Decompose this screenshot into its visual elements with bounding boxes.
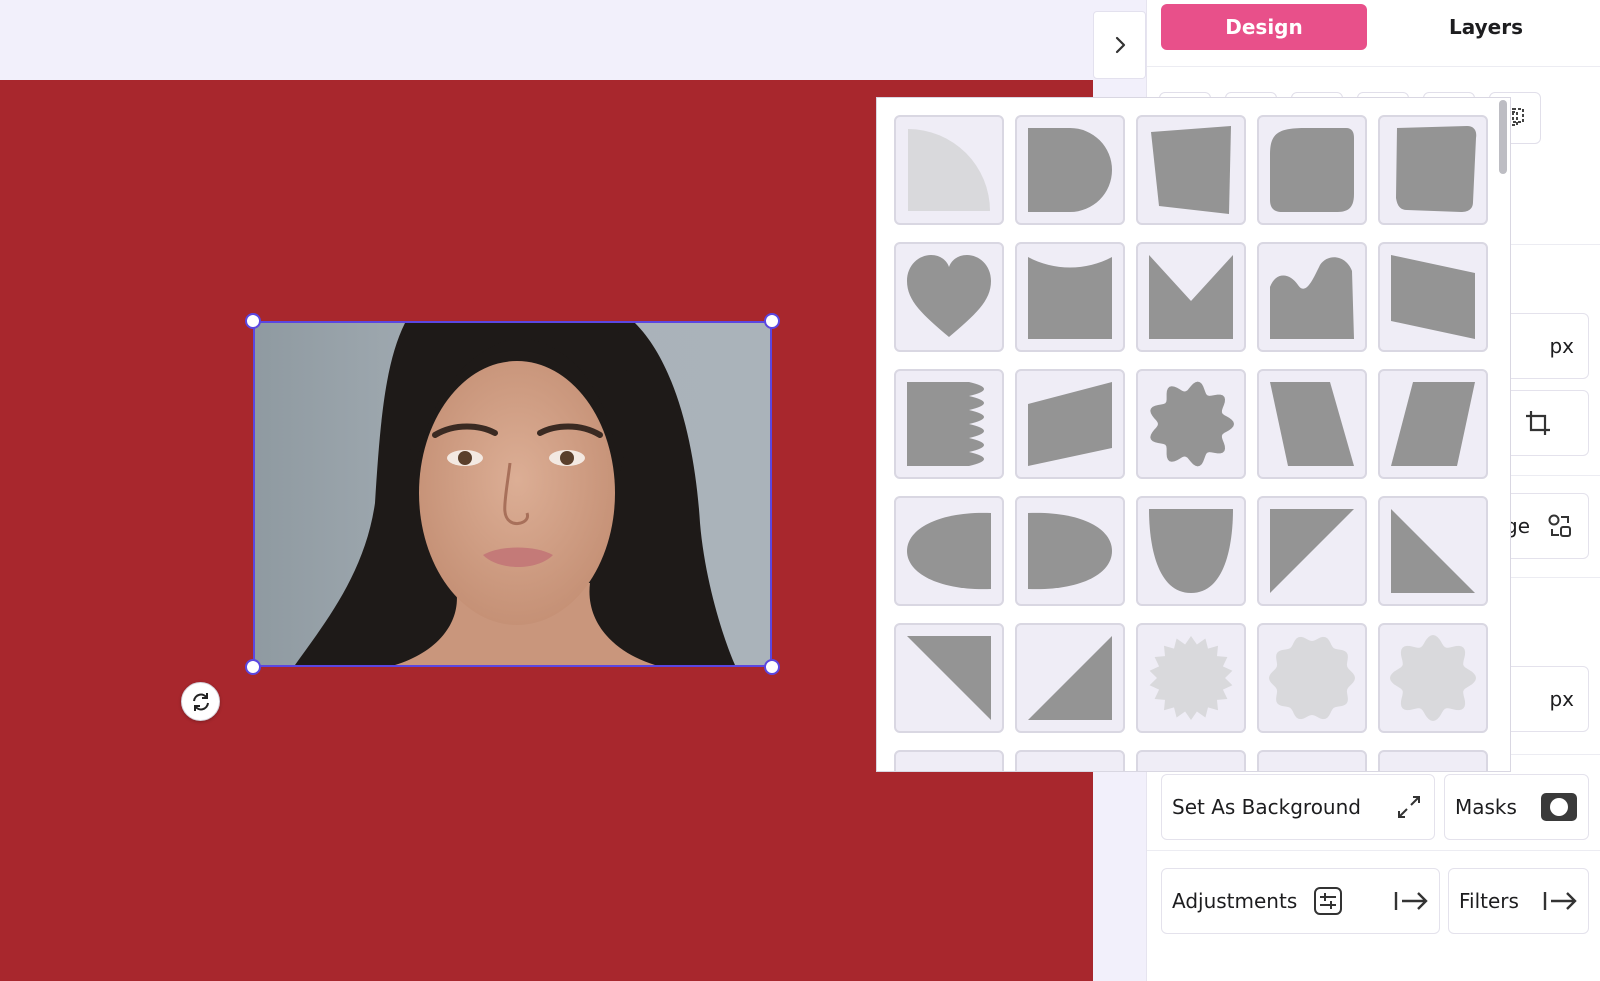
- resize-handle-top-right[interactable]: [764, 313, 780, 329]
- filters-label: Filters: [1459, 889, 1519, 913]
- triangle-top-right-corner-icon: [907, 636, 991, 720]
- mask-quarter-circle[interactable]: [894, 115, 1004, 225]
- mask-tile-partial[interactable]: [1015, 750, 1125, 771]
- wavy-top-rect-icon: [1270, 257, 1354, 339]
- mask-trapezoid-tilt[interactable]: [1136, 115, 1246, 225]
- section-divider: [1147, 850, 1600, 851]
- set-as-background-button[interactable]: Set As Background: [1161, 774, 1435, 840]
- mask-trapezoid-left[interactable]: [1257, 369, 1367, 479]
- quarter-circle-icon: [908, 129, 990, 211]
- notched-rect-icon: [1149, 255, 1233, 339]
- d-shape-icon: [1028, 128, 1112, 212]
- heart-icon: [907, 255, 991, 337]
- scalloped-side-icon: [907, 382, 984, 466]
- rounded-blob-icon: [1270, 128, 1354, 212]
- trapezoid-tilt-icon: [1151, 126, 1231, 214]
- unit-label: px: [1549, 687, 1574, 711]
- rotate-handle[interactable]: [181, 682, 220, 721]
- crop-icon: [1526, 411, 1550, 435]
- mask-rounded-blob[interactable]: [1257, 115, 1367, 225]
- flower-icon: [1150, 381, 1234, 467]
- badge-icon: [1269, 636, 1355, 720]
- mask-shield[interactable]: [1136, 496, 1246, 606]
- mask-starburst[interactable]: [1136, 623, 1246, 733]
- triangle-bottom-left-corner-icon: [1028, 636, 1112, 720]
- mask-triangle-top-left[interactable]: [1257, 496, 1367, 606]
- masks-scrollbar-thumb[interactable]: [1499, 100, 1507, 174]
- mask-flower[interactable]: [1136, 369, 1246, 479]
- arrow-to-right-icon: [1543, 892, 1577, 910]
- shield-icon: [1149, 509, 1233, 593]
- adjustments-label: Adjustments: [1172, 889, 1298, 913]
- set-as-background-label: Set As Background: [1172, 795, 1361, 819]
- expand-arrows-icon: [1398, 796, 1420, 818]
- trapezoid-right-icon: [1391, 382, 1475, 466]
- slant-parallelogram-icon: [1028, 382, 1112, 466]
- mask-triangle-bottom-left-corner[interactable]: [1015, 623, 1125, 733]
- mask-triangle-bottom-right[interactable]: [1378, 496, 1488, 606]
- unit-label: px: [1549, 334, 1574, 358]
- trapezoid-left-icon: [1270, 382, 1354, 466]
- arrow-to-right-icon: [1394, 892, 1428, 910]
- mask-heart[interactable]: [894, 242, 1004, 352]
- tab-design[interactable]: Design: [1161, 4, 1367, 50]
- replace-icon: [1548, 514, 1571, 537]
- resize-handle-bottom-right[interactable]: [764, 659, 780, 675]
- rounded-quad-icon: [1396, 126, 1477, 212]
- mask-triangle-top-right-corner[interactable]: [894, 623, 1004, 733]
- mask-trapezoid-right[interactable]: [1378, 369, 1488, 479]
- selected-image[interactable]: [253, 321, 772, 667]
- portrait-photo: [255, 323, 770, 665]
- triangle-top-left-icon: [1270, 509, 1354, 593]
- masks-grid: [894, 115, 1488, 771]
- adjustments-button[interactable]: Adjustments: [1161, 868, 1440, 934]
- mask-d-shape[interactable]: [1015, 115, 1125, 225]
- triangle-bottom-right-icon: [1391, 509, 1475, 593]
- mask-tile-partial[interactable]: [1136, 750, 1246, 771]
- mask-half-ellipse-right[interactable]: [894, 496, 1004, 606]
- mask-tile-partial[interactable]: [1257, 750, 1367, 771]
- mask-icon: [1541, 793, 1577, 821]
- mask-slant-parallelogram[interactable]: [1015, 369, 1125, 479]
- half-ellipse-right-icon: [907, 512, 991, 590]
- collapse-panel-button[interactable]: [1093, 11, 1146, 79]
- rotate-icon: [192, 692, 209, 711]
- starburst-icon: [1149, 636, 1233, 720]
- filters-button[interactable]: Filters: [1448, 868, 1589, 934]
- mask-wavy-top-rect[interactable]: [1257, 242, 1367, 352]
- masks-label: Masks: [1455, 795, 1517, 819]
- scallop-badge-icon: [1390, 635, 1476, 721]
- mask-half-ellipse-left[interactable]: [1015, 496, 1125, 606]
- chevron-right-icon: [1115, 36, 1125, 54]
- masks-button[interactable]: Masks: [1444, 774, 1589, 840]
- tabs-divider: [1147, 66, 1600, 67]
- half-ellipse-left-icon: [1028, 512, 1112, 590]
- mask-scalloped-side[interactable]: [894, 369, 1004, 479]
- canvas-topbar: [0, 0, 1146, 80]
- masks-popup: [876, 97, 1511, 772]
- sliders-icon: [1314, 887, 1342, 915]
- mask-scallop-badge[interactable]: [1378, 623, 1488, 733]
- mask-slant-rect[interactable]: [1378, 242, 1488, 352]
- resize-handle-bottom-left[interactable]: [245, 659, 261, 675]
- tab-layers[interactable]: Layers: [1383, 4, 1589, 50]
- mask-rounded-quad[interactable]: [1378, 115, 1488, 225]
- masks-scrollbar[interactable]: [1499, 98, 1508, 771]
- resize-handle-top-left[interactable]: [245, 313, 261, 329]
- mask-curved-top-rect[interactable]: [1015, 242, 1125, 352]
- mask-tile-partial[interactable]: [894, 750, 1004, 771]
- mask-badge[interactable]: [1257, 623, 1367, 733]
- mask-notched-rect[interactable]: [1136, 242, 1246, 352]
- mask-tile-partial[interactable]: [1378, 750, 1488, 771]
- slant-rect-icon: [1391, 255, 1475, 339]
- curved-top-rect-icon: [1028, 257, 1112, 339]
